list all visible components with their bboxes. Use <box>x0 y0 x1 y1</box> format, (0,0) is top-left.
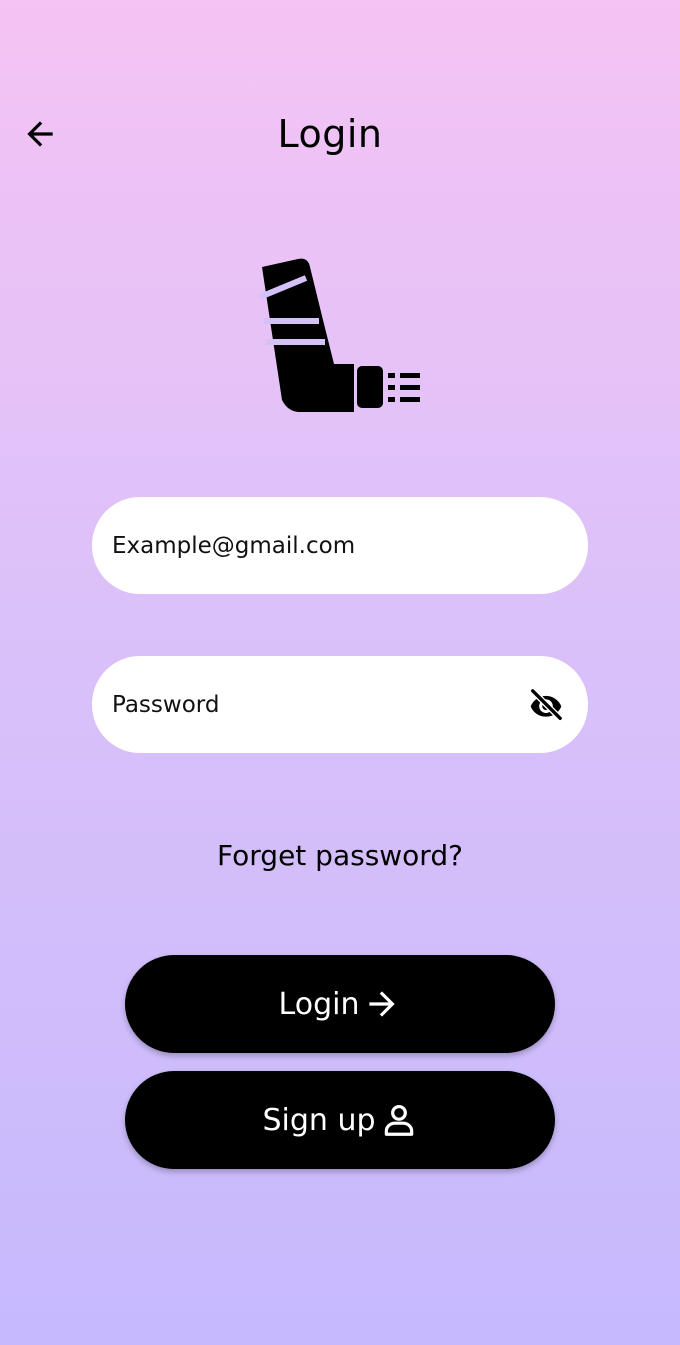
app-logo <box>250 252 430 422</box>
person-icon <box>380 1101 418 1139</box>
login-screen: Login Example@gmail.com Forget password?… <box>0 0 680 1345</box>
arrow-forward-icon <box>363 985 401 1023</box>
signup-button-label: Sign up <box>262 1102 376 1138</box>
forgot-password-link[interactable]: Forget password? <box>0 832 680 880</box>
login-button[interactable]: Login <box>125 955 555 1053</box>
page-title: Login <box>277 112 383 156</box>
password-field-container <box>92 656 588 753</box>
password-input[interactable] <box>112 674 524 735</box>
inhaler-icon <box>258 258 420 412</box>
eye-off-icon <box>529 687 564 721</box>
email-field-container <box>92 497 588 594</box>
login-button-label: Login <box>278 986 360 1022</box>
email-input[interactable] <box>112 515 568 576</box>
signup-button[interactable]: Sign up <box>125 1071 555 1169</box>
password-visibility-toggle[interactable] <box>524 683 568 727</box>
